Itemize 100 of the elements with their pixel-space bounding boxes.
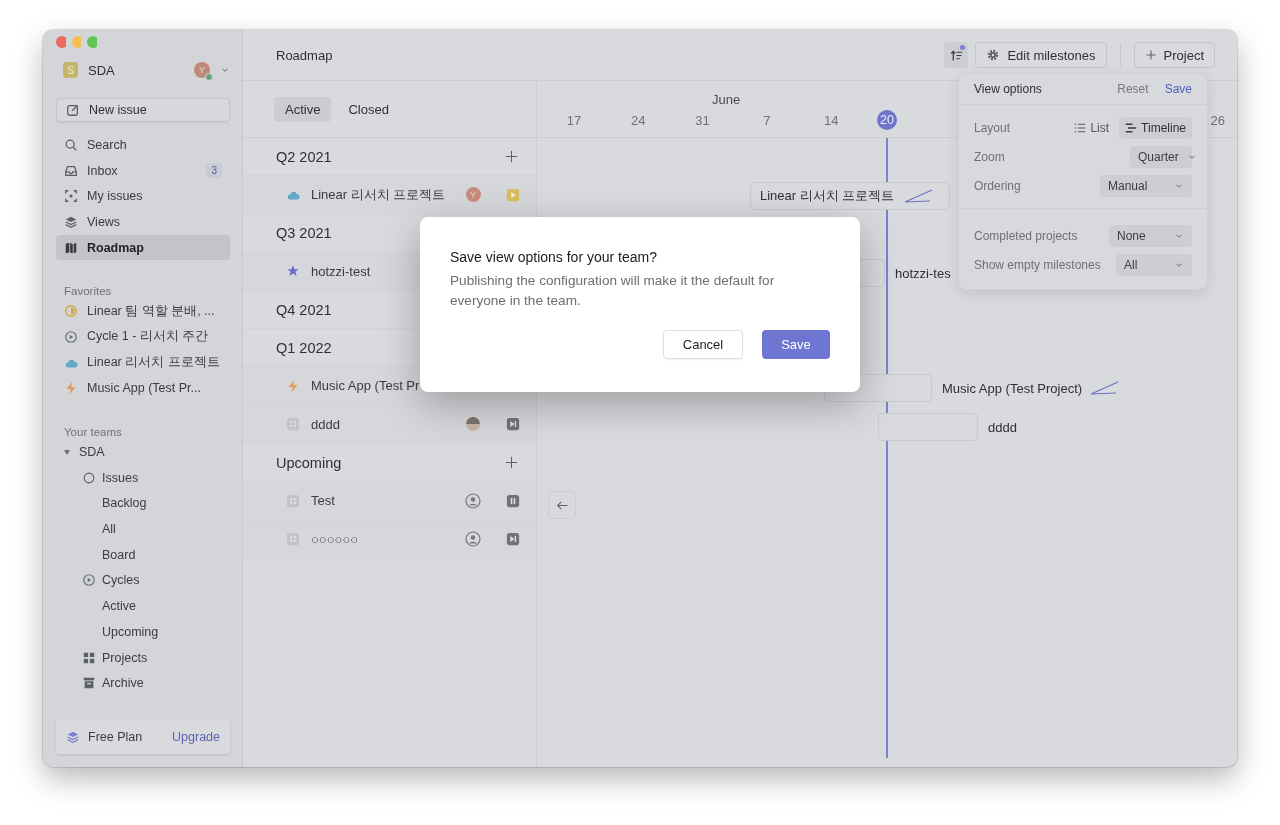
bolt-icon: [286, 378, 300, 393]
timeline-bar[interactable]: Linear 리서치 프로젝트: [750, 182, 950, 210]
sidebar-item[interactable]: Upcoming: [56, 619, 230, 645]
list-icon: [1074, 121, 1087, 134]
grid-icon: [82, 650, 96, 665]
milestone-title: Upcoming: [276, 454, 342, 471]
play-status-icon: [506, 187, 520, 202]
date-label: 7: [762, 113, 772, 128]
date-label: 31: [694, 113, 711, 128]
play-circle-icon: [82, 573, 96, 588]
sidebar-item[interactable]: Views: [56, 209, 230, 235]
timeline-label: Music App (Test Project): [942, 380, 1083, 396]
milestone-title: Q2 2021: [276, 148, 332, 165]
sidebar-item[interactable]: Board: [56, 541, 230, 568]
sidebar-item[interactable]: Inbox 3: [56, 157, 230, 184]
grid-box-icon: [286, 493, 300, 508]
option-dropdown[interactable]: None: [1109, 224, 1192, 247]
add-project-button[interactable]: Project: [1133, 42, 1215, 68]
sidebar-item[interactable]: Projects: [56, 644, 230, 671]
layout-option[interactable]: Timeline: [1119, 116, 1192, 139]
edit-milestones-button[interactable]: Edit milestones: [975, 42, 1107, 68]
grid-box-icon: [286, 532, 300, 547]
sidebar-item[interactable]: Active: [56, 593, 230, 619]
page-title: Roadmap: [276, 47, 334, 63]
target-icon: [64, 189, 78, 204]
option-label: Zoom: [974, 149, 1005, 164]
count-badge: 3: [206, 163, 222, 179]
filter-tab[interactable]: Active: [274, 96, 332, 122]
option-label: Show empty milestones: [974, 257, 1101, 272]
progress-line-icon: [1090, 380, 1121, 396]
play-circle-icon: [64, 329, 78, 344]
date-label: 26: [1210, 113, 1225, 128]
project-name: dddd: [311, 416, 341, 432]
archive-icon: [82, 676, 96, 691]
date-label: 24: [630, 113, 647, 128]
plus-icon: [505, 150, 518, 163]
milestone-title: Q1 2022: [276, 339, 332, 356]
sidebar-item[interactable]: Issues: [56, 464, 230, 491]
sort-icon: [949, 48, 963, 62]
option-label: Completed projects: [974, 228, 1078, 243]
layout-option[interactable]: List: [1068, 116, 1116, 139]
layers-icon: [64, 214, 78, 229]
sidebar-item[interactable]: Archive: [56, 670, 230, 697]
no-lead-icon: [465, 492, 481, 509]
upgrade-link[interactable]: Upgrade: [172, 730, 220, 744]
popover-title: View options: [974, 82, 1043, 96]
star-icon: [286, 264, 300, 279]
sidebar-item[interactable]: All: [56, 516, 230, 542]
project-name: ○○○○○○: [311, 531, 360, 547]
option-label: Layout: [974, 120, 1011, 135]
today-marker: 20: [877, 110, 897, 130]
favorite-item[interactable]: Linear 리서치 프로젝트: [56, 349, 230, 376]
filter-tab[interactable]: Closed: [337, 96, 400, 122]
no-lead-icon: [465, 531, 481, 548]
section-label: Favorites: [63, 284, 113, 298]
month-label: June: [712, 92, 741, 107]
circle-icon: [82, 470, 96, 485]
project-name: Music App (Test Pr: [311, 378, 421, 394]
progress-line-icon: [904, 188, 935, 204]
sort-button[interactable]: [944, 42, 969, 68]
team-item[interactable]: SDA: [56, 439, 230, 465]
sidebar-item[interactable]: Backlog: [56, 490, 230, 517]
option-label: Ordering: [974, 178, 1021, 193]
sidebar-item[interactable]: Search: [56, 132, 230, 158]
date-label: 17: [565, 113, 583, 128]
option-dropdown[interactable]: All: [1116, 253, 1192, 276]
plus-icon: [1144, 49, 1157, 61]
timeline-bar[interactable]: [878, 413, 978, 441]
sidebar-item[interactable]: My issues: [56, 183, 230, 210]
sidebar-item[interactable]: Roadmap: [56, 234, 230, 261]
skip-status-icon: [506, 532, 520, 547]
save-link[interactable]: Save: [1164, 82, 1192, 96]
project-name: hotzzi-test: [311, 263, 372, 279]
gear-icon: [986, 48, 1001, 62]
timeline-label: dddd: [988, 419, 1017, 435]
grid-box-icon: [286, 417, 300, 432]
layers-icon: [66, 730, 80, 744]
milestone-title: Q3 2021: [276, 225, 332, 241]
timeline-icon: [1125, 121, 1138, 134]
bolt-icon: [64, 381, 78, 396]
scroll-back-button[interactable]: [548, 491, 576, 519]
workspace-name[interactable]: SDA: [88, 62, 184, 78]
sidebar-item[interactable]: Cycles: [56, 567, 230, 594]
edit-icon: [66, 103, 80, 117]
milestone-title: Q4 2021: [276, 301, 332, 318]
plan-label: Free Plan: [88, 730, 144, 744]
new-issue-button[interactable]: New issue: [56, 98, 230, 122]
timeline-label: hotzzi-tes: [895, 265, 951, 281]
save-button[interactable]: Save: [762, 330, 830, 359]
cancel-button[interactable]: Cancel: [663, 330, 743, 359]
timeline-bar[interactable]: [859, 259, 885, 287]
avatar-icon[interactable]: [466, 417, 480, 432]
option-dropdown[interactable]: Manual: [1100, 174, 1192, 197]
favorite-item[interactable]: Cycle 1 - 리서치 주간: [56, 324, 230, 350]
favorite-item[interactable]: Music App (Test Pr...: [56, 375, 230, 402]
project-name: Test: [311, 493, 336, 509]
half-circle-icon: [64, 304, 78, 319]
skip-status-icon: [506, 417, 520, 432]
favorite-item[interactable]: Linear 팀 역할 분배, ...: [56, 298, 230, 325]
plus-icon: [505, 456, 518, 469]
